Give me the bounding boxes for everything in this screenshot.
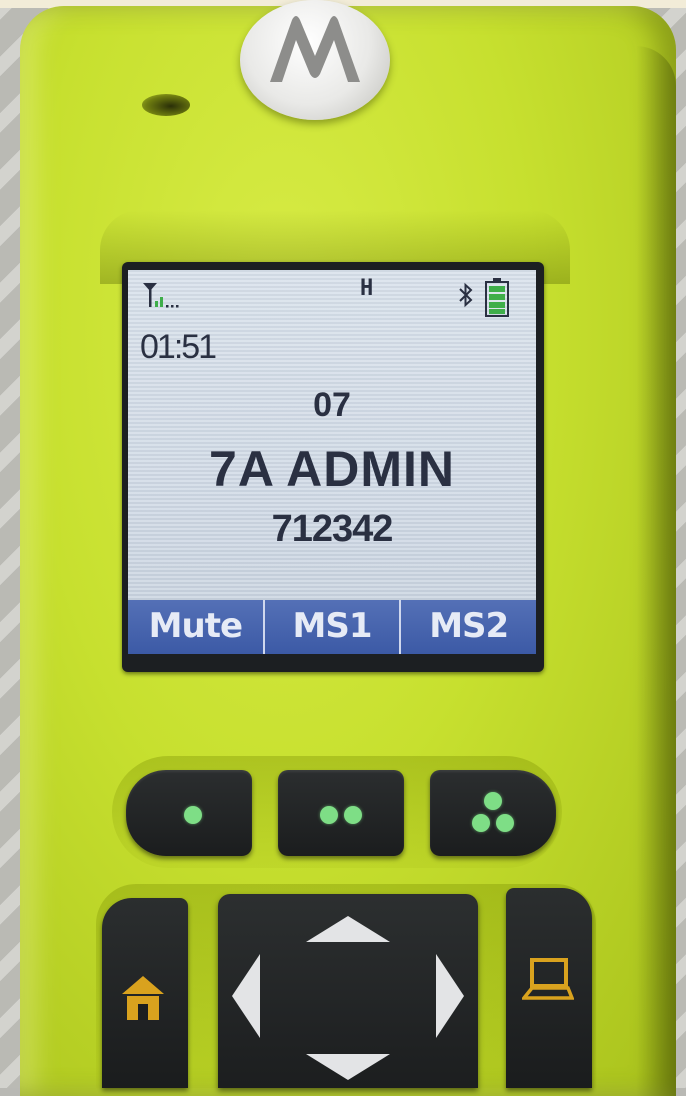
battery-full-icon bbox=[485, 278, 509, 317]
arrow-right-icon[interactable] bbox=[434, 954, 464, 1038]
signal-strength-icon bbox=[143, 283, 179, 308]
channel-number: 07 bbox=[313, 386, 351, 424]
two-dot-icon bbox=[320, 806, 338, 824]
mode-indicator: H bbox=[360, 276, 374, 301]
arrow-left-icon[interactable] bbox=[232, 954, 262, 1038]
two-dot-button[interactable] bbox=[278, 770, 404, 856]
clock-time: 01:51 bbox=[140, 328, 217, 366]
microphone-port bbox=[142, 94, 190, 116]
home-button[interactable] bbox=[102, 898, 188, 1088]
laptop-menu-icon bbox=[522, 958, 574, 1000]
housing-edge-shadow bbox=[636, 46, 676, 1096]
softkey-bar: Mute MS1 MS2 bbox=[128, 600, 536, 654]
softkey-mute[interactable]: Mute bbox=[128, 600, 263, 654]
one-dot-button[interactable] bbox=[126, 770, 252, 856]
three-dot-button[interactable] bbox=[430, 770, 556, 856]
batwing-glyph bbox=[270, 16, 360, 82]
softkey-ms2[interactable]: MS2 bbox=[399, 600, 536, 654]
navigation-dpad[interactable] bbox=[218, 894, 478, 1088]
motorola-batwing-logo-icon bbox=[240, 0, 390, 120]
three-dot-icon bbox=[484, 792, 502, 810]
lcd-display: H 01:51 07 7A ADMIN 712342 Mute MS1 MS2 bbox=[128, 270, 536, 654]
bluetooth-icon bbox=[459, 282, 473, 308]
arrow-down-icon[interactable] bbox=[306, 1054, 390, 1082]
home-icon bbox=[122, 976, 164, 1020]
arrow-up-icon[interactable] bbox=[306, 916, 390, 944]
zone-name: 7A ADMIN bbox=[209, 441, 455, 497]
unit-id: 712342 bbox=[271, 508, 394, 550]
one-dot-icon bbox=[184, 806, 202, 824]
menu-button[interactable] bbox=[506, 888, 592, 1088]
softkey-ms1[interactable]: MS1 bbox=[262, 600, 400, 654]
